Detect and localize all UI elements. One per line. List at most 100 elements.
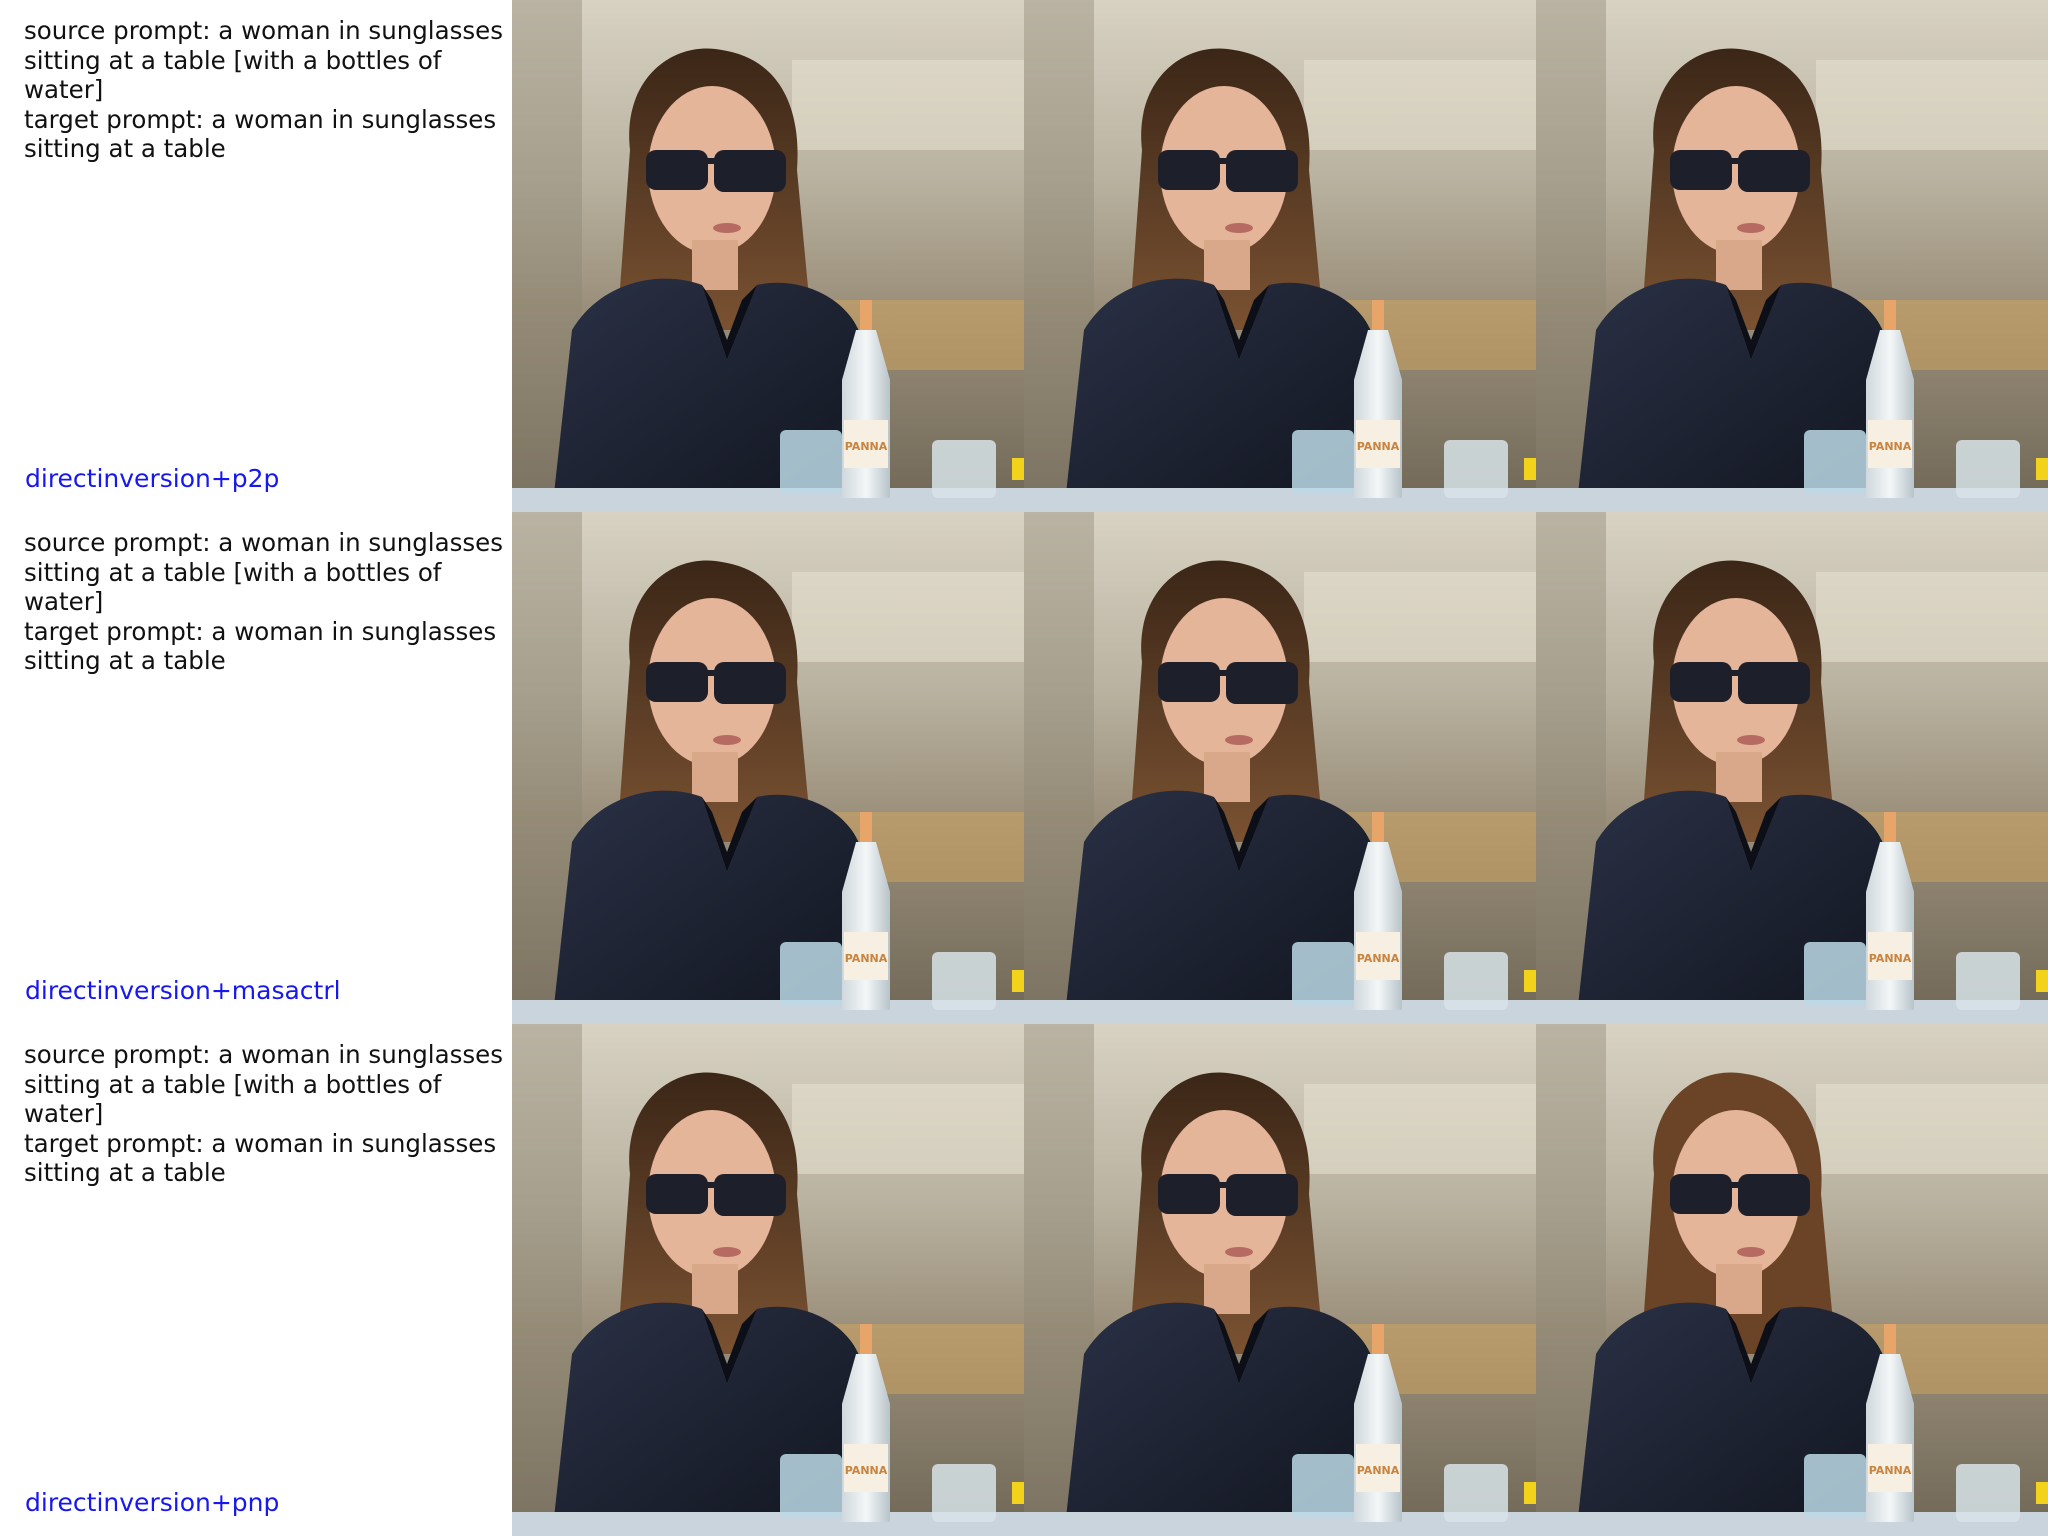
- water-glass: [1444, 440, 1508, 498]
- lips: [713, 223, 741, 233]
- photo: PANNA: [1024, 512, 1536, 1024]
- result-row: source prompt: a woman in sunglasses sit…: [0, 0, 2048, 512]
- neck: [692, 752, 738, 802]
- result-row: source prompt: a woman in sunglasses sit…: [0, 512, 2048, 1024]
- lips: [1225, 223, 1253, 233]
- sunglasses-lens-left: [646, 150, 708, 190]
- method-label: directinversion+masactrl: [25, 976, 341, 1005]
- sunglasses-bridge: [706, 670, 716, 676]
- sunglasses-lens-right: [1738, 1174, 1810, 1216]
- image-result-2: PANNA: [1536, 512, 2048, 1024]
- photo: PANNA: [1536, 1024, 2048, 1536]
- lips: [1737, 1247, 1765, 1257]
- bottle-cap: [1884, 1324, 1896, 1354]
- bottle-cap: [1372, 812, 1384, 842]
- background-shelf: [1816, 1084, 2048, 1174]
- lips: [1225, 735, 1253, 745]
- prompt-text: source prompt: a woman in sunglasses sit…: [24, 528, 510, 676]
- sunglasses-lens-left: [1670, 1174, 1732, 1214]
- background-shelf: [1816, 60, 2048, 150]
- yellow-object: [1524, 970, 1536, 992]
- image-source: PANNA: [512, 1024, 1024, 1536]
- image-result-1: PANNA: [1024, 0, 1536, 512]
- image-result-2: PANNA: [1536, 1024, 2048, 1536]
- prompt-text: source prompt: a woman in sunglasses sit…: [24, 16, 510, 164]
- photo: PANNA: [1024, 0, 1536, 512]
- sunglasses-lens-left: [646, 662, 708, 702]
- sunglasses-lens-right: [1738, 662, 1810, 704]
- prompt-text: source prompt: a woman in sunglasses sit…: [24, 1040, 510, 1188]
- source-prompt: source prompt: a woman in sunglasses sit…: [24, 528, 503, 616]
- sunglasses-bridge: [1218, 670, 1228, 676]
- water-glass: [1292, 430, 1354, 494]
- yellow-object: [2036, 970, 2048, 992]
- bottle-label-text: PANNA: [845, 440, 888, 453]
- sunglasses-lens-right: [1738, 150, 1810, 192]
- water-glass: [780, 430, 842, 494]
- sunglasses-bridge: [706, 1182, 716, 1188]
- bottle-cap: [1372, 1324, 1384, 1354]
- bottle-label-text: PANNA: [1869, 440, 1912, 453]
- water-bottle: [1866, 842, 1914, 1010]
- row-label-panel: source prompt: a woman in sunglasses sit…: [0, 0, 512, 512]
- sunglasses-lens-left: [1158, 150, 1220, 190]
- water-glass: [780, 1454, 842, 1518]
- water-bottle: [842, 842, 890, 1010]
- bottle-label-text: PANNA: [845, 1464, 888, 1477]
- background-shelf: [1816, 572, 2048, 662]
- sunglasses-lens-right: [714, 662, 786, 704]
- sunglasses-lens-left: [1158, 1174, 1220, 1214]
- sunglasses-bridge: [1218, 1182, 1228, 1188]
- source-prompt: source prompt: a woman in sunglasses sit…: [24, 16, 503, 104]
- bottle-label-text: PANNA: [1869, 952, 1912, 965]
- background-shelf: [1304, 60, 1536, 150]
- sunglasses-bridge: [706, 158, 716, 164]
- comparison-grid: source prompt: a woman in sunglasses sit…: [0, 0, 2048, 1536]
- method-label: directinversion+p2p: [25, 464, 280, 493]
- neck: [1716, 1264, 1762, 1314]
- bottle-label-text: PANNA: [845, 952, 888, 965]
- water-glass: [1956, 1464, 2020, 1522]
- water-glass: [932, 440, 996, 498]
- yellow-object: [1524, 1482, 1536, 1504]
- sunglasses-bridge: [1730, 1182, 1740, 1188]
- background-shelf: [792, 1084, 1024, 1174]
- target-prompt: target prompt: a woman in sunglasses sit…: [24, 616, 497, 676]
- water-glass: [932, 1464, 996, 1522]
- photo: PANNA: [512, 1024, 1024, 1536]
- sunglasses-bridge: [1730, 158, 1740, 164]
- background-shelf: [792, 60, 1024, 150]
- lips: [713, 1247, 741, 1257]
- water-bottle: [1866, 1354, 1914, 1522]
- neck: [1204, 752, 1250, 802]
- yellow-object: [1524, 458, 1536, 480]
- bottle-cap: [860, 812, 872, 842]
- method-label: directinversion+pnp: [25, 1488, 280, 1517]
- target-prompt: target prompt: a woman in sunglasses sit…: [24, 1128, 497, 1188]
- water-bottle: [1354, 842, 1402, 1010]
- bottle-cap: [860, 1324, 872, 1354]
- lips: [1737, 223, 1765, 233]
- water-bottle: [1866, 330, 1914, 498]
- background-shelf: [1304, 572, 1536, 662]
- photo: PANNA: [1024, 1024, 1536, 1536]
- water-glass: [1444, 952, 1508, 1010]
- bottle-label-text: PANNA: [1357, 440, 1400, 453]
- neck: [1716, 752, 1762, 802]
- water-glass: [1292, 942, 1354, 1006]
- neck: [1204, 1264, 1250, 1314]
- water-glass: [1956, 952, 2020, 1010]
- lips: [1225, 1247, 1253, 1257]
- bottle-label-text: PANNA: [1357, 1464, 1400, 1477]
- photo: PANNA: [512, 512, 1024, 1024]
- water-glass: [780, 942, 842, 1006]
- water-bottle: [1354, 1354, 1402, 1522]
- background-shelf: [792, 572, 1024, 662]
- row-label-panel: source prompt: a woman in sunglasses sit…: [0, 1024, 512, 1536]
- image-result-2: PANNA: [1536, 0, 2048, 512]
- neck: [692, 240, 738, 290]
- yellow-object: [1012, 970, 1024, 992]
- bottle-label-text: PANNA: [1869, 1464, 1912, 1477]
- image-source: PANNA: [512, 512, 1024, 1024]
- neck: [1716, 240, 1762, 290]
